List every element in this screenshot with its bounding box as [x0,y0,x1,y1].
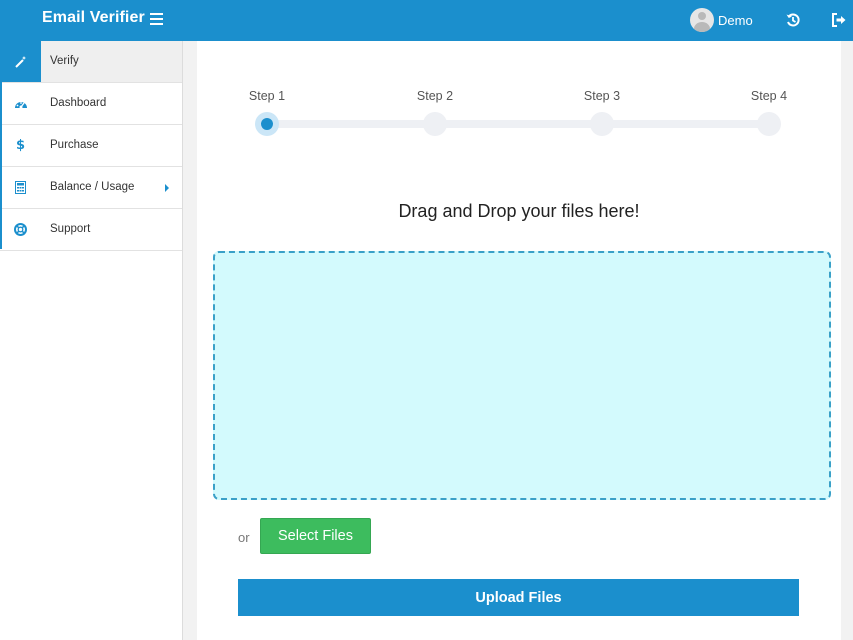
user-menu[interactable]: Demo [690,8,753,32]
step-dot-4 [757,112,781,136]
caret-right-icon [165,184,169,192]
magic-wand-icon [0,41,41,82]
top-bar: Email Verifier Demo [0,0,853,41]
main-panel: Step 1 Step 2 Step 3 Step 4 Drag and Dro… [197,41,841,640]
step-dot-1 [255,112,279,136]
calculator-icon [0,167,41,208]
sidebar-accent-strip [0,41,2,249]
sidebar-item-dashboard[interactable]: Dashboard [0,83,182,125]
step-dot-2 [423,112,447,136]
history-icon[interactable] [784,11,802,29]
dropzone-title: Drag and Drop your files here! [398,201,640,221]
dollar-icon: $ [15,138,26,153]
sidebar-item-purchase[interactable]: $ Purchase [0,125,182,167]
user-name: Demo [718,12,753,28]
avatar [690,8,714,32]
file-dropzone[interactable] [213,251,831,500]
sidebar-item-balance-usage[interactable]: Balance / Usage [0,167,182,209]
life-ring-icon [0,209,41,250]
app-title[interactable]: Email Verifier [42,9,145,27]
upload-files-button[interactable]: Upload Files [238,579,799,616]
sidebar-item-verify[interactable]: Verify [0,41,182,83]
sidebar: Verify Dashboard $ Purchase Balance / Us… [0,41,183,640]
sidebar-item-support[interactable]: Support [0,209,182,251]
sidebar-item-label: Verify [50,55,79,67]
step-dot-3 [590,112,614,136]
dashboard-icon [0,83,41,124]
sidebar-item-label: Balance / Usage [50,181,135,193]
step-label-3: Step 3 [583,89,621,103]
step-label-4: Step 4 [750,89,788,103]
step-label-1: Step 1 [248,89,286,103]
sidebar-item-label: Purchase [50,139,99,151]
logout-icon[interactable] [830,11,848,29]
step-track [267,120,772,128]
or-label: or [238,530,250,545]
step-label-2: Step 2 [416,89,454,103]
select-files-button[interactable]: Select Files [260,518,371,554]
step-progress: Step 1 Step 2 Step 3 Step 4 [197,41,841,151]
menu-toggle-icon[interactable] [150,13,163,25]
sidebar-item-label: Support [50,223,91,235]
sidebar-item-label: Dashboard [50,97,107,109]
